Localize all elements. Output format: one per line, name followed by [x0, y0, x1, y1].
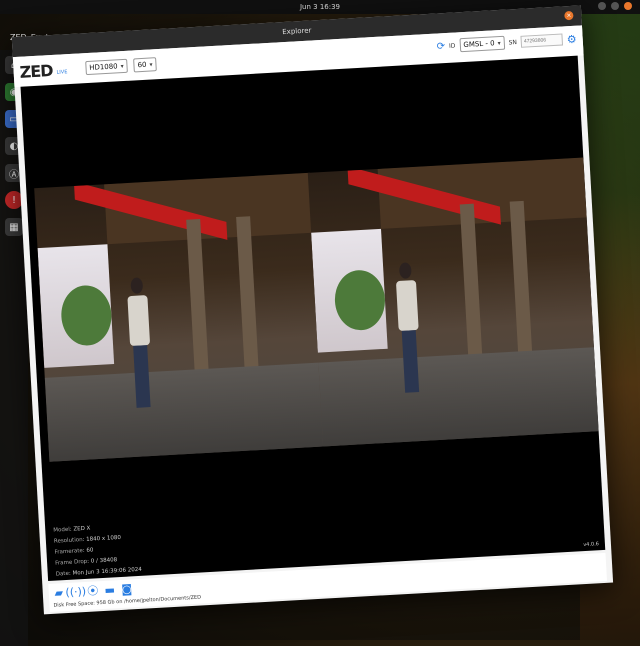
- version-label: v4.0.6: [583, 541, 600, 549]
- depth-icon[interactable]: ⦿: [86, 584, 99, 598]
- resolution-select[interactable]: HD1080 ▾: [84, 58, 129, 76]
- apps-grid-icon[interactable]: ▦: [5, 218, 23, 236]
- chevron-down-icon: ▾: [497, 39, 501, 47]
- chevron-down-icon: ▾: [149, 60, 153, 69]
- volume-icon[interactable]: [611, 2, 619, 10]
- live-indicator: LIVE: [56, 69, 68, 76]
- camera-info-overlay: Model: ZED X Resolution: 1840 x 1080 Fra…: [53, 521, 142, 581]
- zed-logo: ZED: [19, 60, 53, 82]
- gear-icon[interactable]: ⚙: [566, 32, 577, 46]
- stream-icon[interactable]: ((·)): [65, 584, 86, 598]
- chevron-down-icon: ▾: [120, 62, 124, 70]
- sn-label: SN: [508, 38, 518, 46]
- camera-select[interactable]: GMSL - 0 ▾: [459, 35, 506, 53]
- right-camera-image: [307, 157, 599, 447]
- close-button[interactable]: ×: [564, 10, 574, 21]
- folder-icon[interactable]: ▰: [52, 586, 65, 599]
- video-viewer[interactable]: Model: ZED X Resolution: 1840 x 1080 Fra…: [20, 55, 606, 582]
- explorer-window: Explorer × ZED LIVE HD1080 ▾ 60 ▾ ⟳ ID GMS…: [11, 5, 614, 615]
- camera-icon[interactable]: ◙: [120, 582, 133, 596]
- network-icon[interactable]: [598, 2, 606, 10]
- serial-number-field[interactable]: [520, 33, 564, 48]
- refresh-icon[interactable]: ⟳: [436, 41, 445, 52]
- record-icon[interactable]: ▬: [103, 583, 116, 597]
- power-icon[interactable]: [624, 2, 632, 10]
- left-camera-image: [34, 172, 326, 462]
- clock[interactable]: Jun 3 16:39: [300, 3, 340, 11]
- id-label: ID: [448, 41, 456, 50]
- fps-select[interactable]: 60 ▾: [133, 57, 157, 73]
- window-title: Explorer: [282, 26, 312, 37]
